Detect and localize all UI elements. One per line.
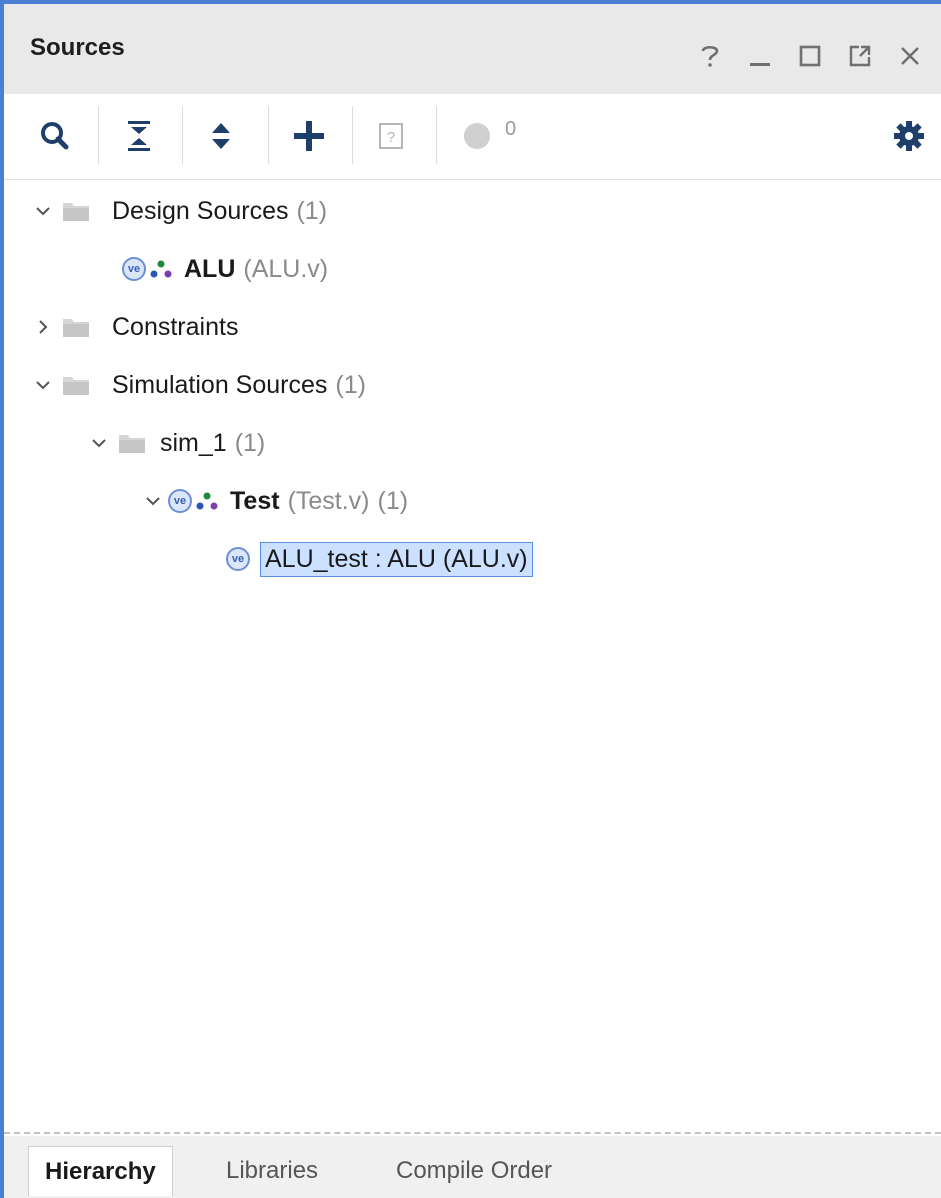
minimize-icon[interactable]	[735, 36, 785, 76]
bottom-tabs: Hierarchy Libraries Compile Order	[4, 1136, 941, 1198]
tree-node-label-selected[interactable]: ALU_test : ALU (ALU.v)	[260, 541, 533, 577]
tree-node-alu-test[interactable]: ve ALU_test : ALU (ALU.v)	[226, 534, 533, 584]
tree-node-sim-1[interactable]: sim_1 (1)	[88, 418, 265, 468]
tab-libraries[interactable]: Libraries	[226, 1146, 318, 1196]
tree-node-simulation-sources[interactable]: Simulation Sources (1)	[32, 360, 366, 410]
tree-node-count: (1)	[234, 428, 266, 457]
panel-titlebar: Sources	[4, 4, 941, 94]
chevron-right-icon[interactable]	[32, 319, 54, 335]
tree-node-design-sources[interactable]: Design Sources (1)	[32, 186, 327, 236]
collapse-all-icon[interactable]	[114, 114, 164, 158]
float-icon[interactable]	[835, 36, 885, 76]
status-circle-icon	[452, 114, 502, 158]
tree-node-label: Constraints	[112, 312, 239, 341]
close-icon[interactable]	[885, 36, 935, 76]
tree-node-count: (1)	[335, 370, 366, 399]
gear-icon[interactable]	[884, 114, 934, 158]
tree-node-count: (1)	[296, 196, 328, 225]
status-count: 0	[505, 118, 517, 140]
chevron-down-icon[interactable]	[142, 495, 164, 507]
chevron-down-icon[interactable]	[32, 205, 54, 217]
folder-icon	[62, 200, 90, 222]
toolbar-divider	[268, 106, 269, 164]
sources-panel: Sources ? 0 Design Sources (1) ve ALU (A…	[0, 0, 941, 1198]
tab-compile-order[interactable]: Compile Order	[396, 1146, 552, 1196]
tree-node-constraints[interactable]: Constraints	[32, 302, 238, 352]
help-box-icon[interactable]: ?	[366, 114, 416, 158]
tree-node-count: (1)	[377, 486, 409, 515]
toolbar-divider	[352, 106, 353, 164]
folder-icon	[62, 316, 90, 338]
chevron-down-icon[interactable]	[32, 379, 54, 391]
toolbar: ?	[4, 94, 941, 180]
hierarchy-icon	[150, 260, 172, 278]
tree-node-label: Simulation Sources	[112, 370, 328, 399]
tree-node-alu[interactable]: ve ALU (ALU.v)	[122, 244, 328, 294]
expand-all-icon[interactable]	[196, 114, 246, 158]
tree-node-label: Design Sources	[112, 196, 289, 225]
tab-hierarchy[interactable]: Hierarchy	[28, 1146, 173, 1196]
add-icon[interactable]	[284, 114, 334, 158]
folder-icon	[118, 432, 146, 454]
hierarchy-icon	[196, 492, 218, 510]
window-buttons	[685, 36, 935, 76]
search-icon[interactable]	[30, 114, 80, 158]
toolbar-divider	[98, 106, 99, 164]
verilog-file-icon: ve	[168, 489, 192, 513]
toolbar-divider	[436, 106, 437, 164]
help-icon[interactable]	[685, 36, 735, 76]
module-file: (Test.v)	[287, 486, 370, 515]
verilog-file-icon: ve	[226, 547, 250, 571]
tree-node-test[interactable]: ve Test (Test.v) (1)	[142, 476, 408, 526]
panel-title: Sources	[30, 34, 125, 61]
maximize-icon[interactable]	[785, 36, 835, 76]
chevron-down-icon[interactable]	[88, 437, 110, 449]
tree-node-label: sim_1	[160, 428, 227, 457]
tabs-divider	[4, 1132, 941, 1134]
module-name: ALU	[184, 254, 236, 283]
verilog-file-icon: ve	[122, 257, 146, 281]
svg-text:?: ?	[387, 129, 395, 146]
toolbar-divider	[182, 106, 183, 164]
module-name: Test	[230, 486, 280, 515]
folder-icon	[62, 374, 90, 396]
module-file: (ALU.v)	[243, 254, 329, 283]
